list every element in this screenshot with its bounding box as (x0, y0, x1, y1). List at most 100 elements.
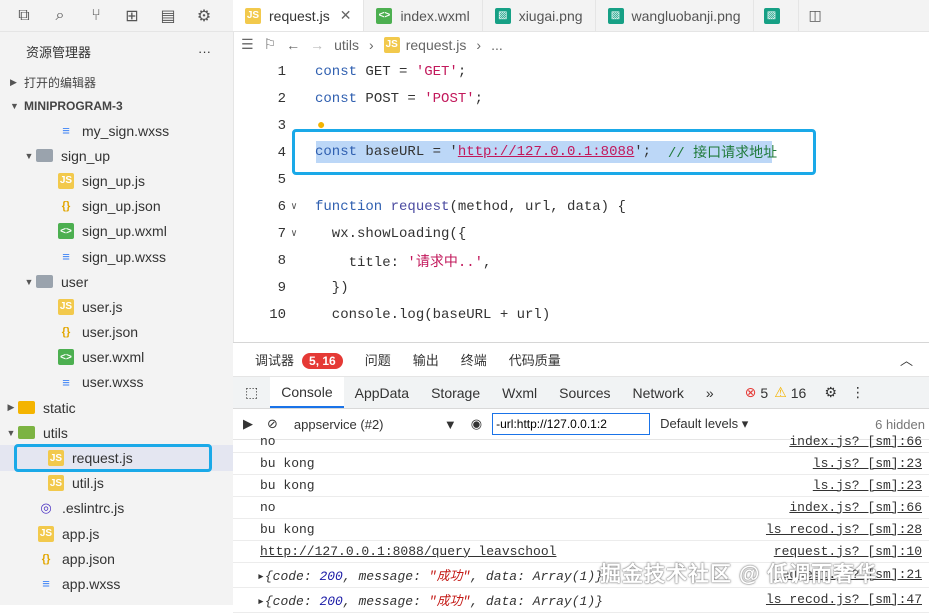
tree-item[interactable]: ▶ static (0, 395, 233, 420)
tab-appdata[interactable]: AppData (344, 377, 420, 408)
tree-item[interactable]: {} sign_up.json (0, 194, 233, 219)
devtools-tabs: ⬚ Console AppData Storage Wxml Sources N… (233, 377, 929, 409)
tab-label: wangluobanji.png (631, 7, 741, 24)
line-number: 10 (269, 306, 286, 323)
line-number: 5 (277, 171, 286, 188)
code-token: const (315, 63, 358, 80)
chevron-down-icon: ▼ (24, 150, 34, 161)
error-count: 5 (760, 384, 769, 401)
log-object[interactable]: ▸{code: 200, message: "成功", data: Array(… (257, 590, 603, 609)
tab-wangluobanji-png[interactable]: ▨ wangluobanji.png (596, 0, 754, 31)
tab-request-js[interactable]: JS request.js ✕ (233, 0, 365, 31)
tree-item[interactable]: ◎ .eslintrc.js (0, 496, 233, 521)
code-token: function (315, 198, 383, 215)
settings-icon[interactable]: ⚙ (824, 384, 837, 401)
log-source-link[interactable]: ls_recod.js? [sm]:28 (766, 522, 922, 537)
tree-item[interactable]: ▼ utils (0, 420, 233, 445)
section-open-editors[interactable]: ▶ 打开的编辑器 (0, 70, 233, 94)
wxml-file-icon: <> (58, 223, 74, 240)
bookmark-icon[interactable]: ⚐ (264, 36, 277, 53)
tab-storage[interactable]: Storage (420, 377, 491, 408)
files-icon[interactable]: ⧉ (6, 0, 42, 31)
back-icon[interactable]: ← (286, 37, 300, 53)
tree-item[interactable]: <> user.wxml (0, 345, 233, 370)
inspect-icon[interactable]: ⬚ (233, 377, 270, 408)
chevron-down-icon: ▼ (10, 101, 19, 111)
folder-icon (36, 149, 53, 163)
line-number: 9 (277, 279, 286, 296)
wxss-file-icon: ≡ (62, 249, 70, 265)
tree-item[interactable]: JS util.js (0, 471, 233, 496)
fold-icon[interactable]: ∨ (291, 201, 297, 213)
tree-item[interactable]: JS sign_up.js (0, 168, 233, 193)
split-editor-icon[interactable]: ◫ (799, 0, 832, 31)
tree-item-label: utils (43, 424, 68, 441)
forward-icon[interactable]: → (310, 37, 324, 53)
fold-icon[interactable]: ∨ (291, 228, 297, 240)
tab-overflow[interactable]: ▨ (754, 0, 799, 31)
console-log-row: bu kong ls.js? [sm]:23 (233, 452, 929, 475)
chevron-up-icon[interactable]: ︿ (900, 350, 913, 369)
tab-label: request.js (269, 7, 330, 24)
code-token: GET = (357, 63, 416, 80)
tree-item[interactable]: ≡ user.wxss (0, 370, 233, 395)
tab-issues[interactable]: 问题 (365, 350, 391, 369)
tab-index-wxml[interactable]: <> index.wxml (364, 0, 483, 31)
tree-item-label: user.json (82, 324, 139, 341)
tab-output[interactable]: 输出 (413, 350, 439, 369)
tab-label: 调试器 (255, 353, 295, 368)
console-log-row: bu kong ls.js? [sm]:23 (233, 474, 929, 497)
log-source-link[interactable]: ls.js? [sm]:23 (813, 478, 922, 493)
close-icon[interactable]: ✕ (340, 7, 352, 24)
log-source-link[interactable]: ls.js? [sm]:23 (813, 456, 922, 471)
search-icon[interactable]: ⌕ (42, 0, 78, 31)
more-vertical-icon[interactable]: ⋮ (851, 384, 865, 401)
tree-item[interactable]: ▼ sign_up (0, 143, 233, 168)
tree-item[interactable]: {} app.json (0, 546, 233, 571)
tab-code-quality[interactable]: 代码质量 (509, 350, 561, 369)
debug-icon[interactable]: ⚙ (186, 0, 222, 31)
log-source-link[interactable]: index.js? [sm]:66 (789, 500, 922, 515)
layout-icon[interactable]: ▤ (150, 0, 186, 31)
console-log-row: no index.js? [sm]:66 (233, 430, 929, 453)
tab-xiugai-png[interactable]: ▨ xiugai.png (483, 0, 596, 31)
tree-item[interactable]: ≡ sign_up.wxss (0, 244, 233, 269)
chevron-icon: › (476, 36, 482, 53)
list-icon[interactable]: ☰ (241, 36, 254, 53)
log-object[interactable]: ▸{code: 200, message: "成功", data: Array(… (257, 565, 603, 584)
tree-item-label: sign_up (61, 147, 111, 164)
tab-sources[interactable]: Sources (548, 377, 621, 408)
tab-debugger[interactable]: 调试器 5, 16 (255, 350, 343, 369)
tab-network[interactable]: Network (622, 377, 695, 408)
tab-console[interactable]: Console (270, 377, 344, 408)
tab-wxml[interactable]: Wxml (491, 377, 548, 408)
js-file-icon: JS (38, 525, 54, 542)
breadcrumb-file[interactable]: request.js (406, 37, 467, 53)
tree-item[interactable]: JS user.js (0, 294, 233, 319)
object-token: code: (272, 594, 320, 609)
section-label: 打开的编辑器 (24, 75, 97, 90)
tree-item[interactable]: ≡ app.wxss (0, 571, 233, 596)
breadcrumb-more[interactable]: ... (491, 37, 503, 53)
log-source-link[interactable]: index.js? [sm]:66 (789, 434, 922, 449)
more-actions-icon[interactable]: ··· (198, 44, 211, 59)
js-file-icon: JS (383, 36, 400, 53)
section-project[interactable]: ▼ MINIPROGRAM-3 (0, 94, 233, 118)
breadcrumb-utils[interactable]: utils (334, 37, 359, 53)
tree-item[interactable]: ▼ user (0, 269, 233, 294)
extensions-icon[interactable]: ⊞ (114, 0, 150, 31)
object-token: "成功" (428, 569, 471, 584)
source-control-icon[interactable]: ⑂ (78, 0, 114, 31)
code-editor[interactable]: 1 const GET = 'GET'; 2 const POST = 'POS… (233, 58, 929, 342)
console-object-row[interactable]: ▸{code: 200, message: "成功", data: Array(… (233, 587, 929, 613)
tree-item[interactable]: <> sign_up.wxml (0, 219, 233, 244)
more-tabs-button[interactable]: » (695, 377, 725, 408)
tab-terminal[interactable]: 终端 (461, 350, 487, 369)
tree-item-label: user.wxml (82, 349, 145, 366)
code-token: , (483, 254, 492, 271)
tree-item[interactable]: JS app.js (0, 521, 233, 546)
tree-item[interactable]: {} user.json (0, 320, 233, 345)
log-source-link[interactable]: request.js? [sm]:10 (774, 544, 922, 559)
tree-item[interactable]: ≡ my_sign.wxss (0, 118, 233, 143)
log-url-link[interactable]: http://127.0.0.1:8088/query_leavschool (260, 544, 556, 559)
